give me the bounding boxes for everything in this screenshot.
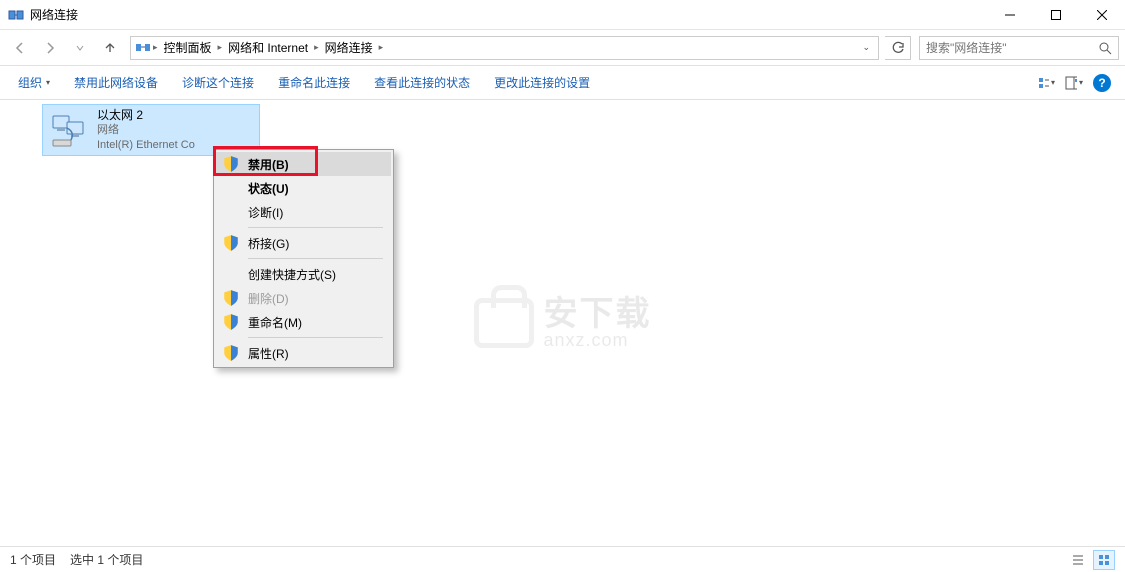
breadcrumb[interactable]: 网络和 Internet — [224, 39, 312, 56]
close-button[interactable] — [1079, 0, 1125, 29]
breadcrumb[interactable]: 控制面板 — [160, 39, 216, 56]
shield-icon — [222, 155, 240, 173]
adapter-device: Intel(R) Ethernet Co — [97, 138, 195, 153]
refresh-button[interactable] — [885, 36, 911, 60]
shield-icon — [222, 234, 240, 252]
adapter-name: 以太网 2 — [97, 108, 195, 123]
address-bar[interactable]: ▸ 控制面板 ▸ 网络和 Internet ▸ 网络连接 ▸ ⌄ — [130, 36, 879, 60]
chevron-right-icon: ▸ — [377, 42, 386, 53]
titlebar: 网络连接 — [0, 0, 1125, 30]
shield-icon — [222, 313, 240, 331]
back-button[interactable] — [6, 34, 34, 62]
chevron-right-icon: ▸ — [216, 42, 225, 53]
disable-device-button[interactable]: 禁用此网络设备 — [64, 70, 168, 95]
recent-dropdown[interactable] — [66, 34, 94, 62]
diagnose-button[interactable]: 诊断这个连接 — [172, 70, 264, 95]
ctx-diagnose[interactable]: 诊断(I) — [216, 200, 391, 224]
separator — [248, 258, 383, 259]
navigation-bar: ▸ 控制面板 ▸ 网络和 Internet ▸ 网络连接 ▸ ⌄ — [0, 30, 1125, 66]
window-controls — [987, 0, 1125, 29]
search-input[interactable] — [926, 41, 1098, 55]
status-item-count: 1 个项目 — [10, 551, 56, 568]
organize-menu[interactable]: 组织 — [8, 70, 60, 95]
window-icon — [8, 7, 24, 23]
change-settings-button[interactable]: 更改此连接的设置 — [484, 70, 600, 95]
view-status-button[interactable]: 查看此连接的状态 — [364, 70, 480, 95]
separator — [248, 337, 383, 338]
network-adapter-icon — [49, 110, 89, 150]
search-icon — [1098, 41, 1112, 55]
rename-button[interactable]: 重命名此连接 — [268, 70, 360, 95]
preview-pane-button[interactable]: ▾ — [1065, 74, 1083, 92]
details-view-button[interactable] — [1067, 550, 1089, 570]
ctx-properties[interactable]: 属性(R) — [216, 341, 391, 365]
chevron-right-icon: ▸ — [151, 42, 160, 53]
address-dropdown[interactable]: ⌄ — [858, 42, 874, 53]
breadcrumb[interactable]: 网络连接 — [321, 39, 377, 56]
adapter-status: 网络 — [97, 123, 195, 138]
shield-icon — [222, 344, 240, 362]
ctx-bridge[interactable]: 桥接(G) — [216, 231, 391, 255]
chevron-right-icon: ▸ — [312, 42, 321, 53]
search-box[interactable] — [919, 36, 1119, 60]
view-controls: ▾ ▾ ? — [1037, 74, 1117, 92]
status-selected-count: 选中 1 个项目 — [70, 551, 143, 568]
help-button[interactable]: ? — [1093, 74, 1111, 92]
shield-icon — [222, 289, 240, 307]
minimize-button[interactable] — [987, 0, 1033, 29]
context-menu: 禁用(B) 状态(U) 诊断(I) 桥接(G) 创建快捷方式(S) 删除(D) … — [213, 149, 394, 368]
ctx-create-shortcut[interactable]: 创建快捷方式(S) — [216, 262, 391, 286]
window-title: 网络连接 — [30, 6, 987, 23]
addressbar-icon — [135, 40, 151, 56]
ctx-rename[interactable]: 重命名(M) — [216, 310, 391, 334]
content-area: 安下载 anxz.com 以太网 2 网络 Intel(R) Ethernet … — [0, 100, 1125, 546]
forward-button[interactable] — [36, 34, 64, 62]
separator — [248, 227, 383, 228]
watermark: 安下载 anxz.com — [474, 297, 652, 349]
large-icons-view-button[interactable] — [1093, 550, 1115, 570]
status-bar: 1 个项目 选中 1 个项目 — [0, 546, 1125, 572]
view-mode-button[interactable]: ▾ — [1037, 74, 1055, 92]
up-button[interactable] — [96, 34, 124, 62]
ctx-delete: 删除(D) — [216, 286, 391, 310]
ctx-disable[interactable]: 禁用(B) — [216, 152, 391, 176]
command-bar: 组织 禁用此网络设备 诊断这个连接 重命名此连接 查看此连接的状态 更改此连接的… — [0, 66, 1125, 100]
ctx-status[interactable]: 状态(U) — [216, 176, 391, 200]
maximize-button[interactable] — [1033, 0, 1079, 29]
